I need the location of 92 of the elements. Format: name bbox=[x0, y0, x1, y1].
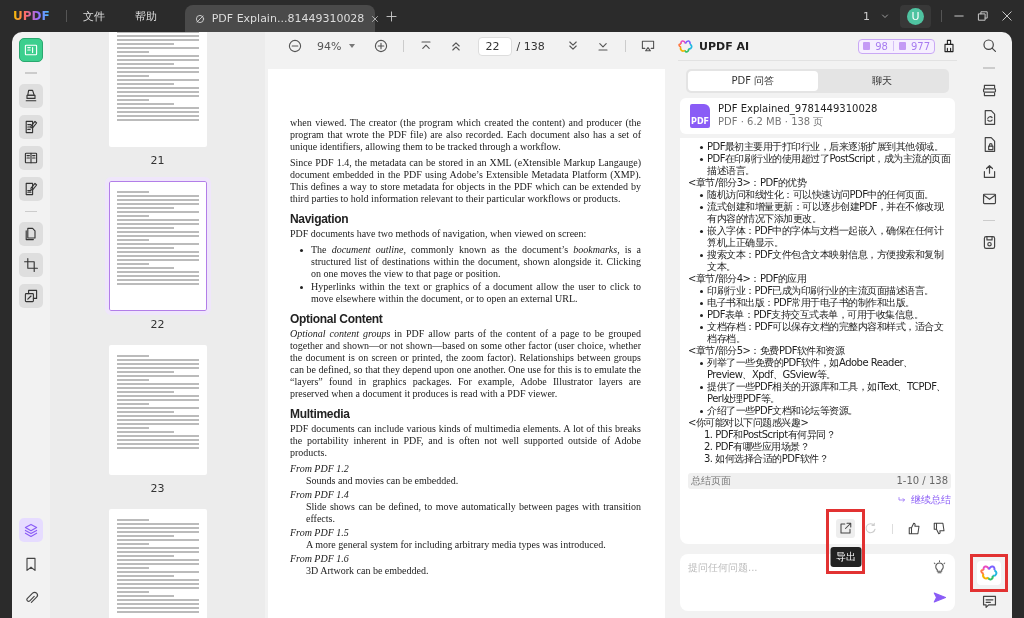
zoom-out-icon[interactable] bbox=[287, 38, 303, 54]
bullet-dot bbox=[700, 206, 703, 209]
page-range: 1-10 / 138 bbox=[896, 475, 948, 487]
bullet-item: Hyperlinks within the text or graphics of a document allow the user to click to move elsewhere within the document, or to open an external URL. bbox=[311, 281, 641, 305]
bullet-dot bbox=[300, 249, 303, 252]
workspace-switcher[interactable]: 1 bbox=[863, 9, 870, 23]
definition-text: 3D Artwork can be embedded. bbox=[306, 565, 430, 577]
tooltip: 导出 bbox=[830, 547, 861, 567]
bullet-dot bbox=[700, 410, 703, 413]
answer-line: 文档存档：PDF可以保存文档的完整内容和样式，适合文档存档。 bbox=[707, 321, 945, 345]
answer-line: 介绍了一些PDF文档和论坛等资源。 bbox=[707, 405, 858, 417]
answer-line: PDF最初主要用于打印行业，后来逐渐扩展到其他领域。 bbox=[707, 141, 944, 153]
search-icon[interactable] bbox=[980, 37, 998, 54]
answer-line: 电子书和出版：PDF常用于电子书的制作和出版。 bbox=[707, 297, 915, 309]
new-tab-icon[interactable] bbox=[384, 9, 398, 23]
answer-line: 印刷行业：PDF已成为印刷行业的主流页面描述语言。 bbox=[707, 285, 934, 297]
page-number-field[interactable]: 22 bbox=[478, 36, 513, 56]
bullet-dot bbox=[700, 386, 703, 389]
answer-heading: <章节/部分3>：PDF的优势 bbox=[688, 177, 807, 189]
section-heading: Optional Content bbox=[290, 313, 384, 325]
continue-summary-link[interactable]: 继续总结 bbox=[911, 494, 951, 506]
section-heading: Multimedia bbox=[290, 408, 351, 420]
bullet-dot bbox=[700, 230, 703, 233]
answer-line: 提供了一些PDF相关的开源库和工具，如iText、TCPDF、Perl处理PDF等。 bbox=[707, 381, 947, 405]
bullet-dot bbox=[700, 314, 703, 317]
dropdown-caret-icon[interactable] bbox=[349, 44, 356, 48]
paragraph: Optional content groups in PDF allow parts of the content of a page to be grouped together and shown—or not shown—based on some other factor (user choice, whether the document is on screen or printed, the zoom factor). Relationships between groups can be defined, so that they depend upon one another. One use for this is to emulate the “layers” found in graphics packages. For example, Adobe Illustrator layers are preserved when a document it produces is read with a PDF viewer. bbox=[290, 328, 641, 400]
page-number: 21 bbox=[150, 154, 165, 167]
document-tab[interactable]: PDF Explain...81449310028 bbox=[184, 5, 375, 32]
page-total: / 138 bbox=[516, 39, 545, 53]
suggested-question: 1. PDF和PostScript有何异同？ bbox=[704, 429, 836, 441]
bullet-dot bbox=[300, 286, 303, 289]
send-icon[interactable] bbox=[932, 590, 947, 605]
bullet-dot bbox=[700, 146, 703, 149]
menu-item[interactable]: 帮助 bbox=[134, 8, 157, 24]
definition-term: From PDF 1.5 bbox=[290, 527, 350, 539]
file-info: PDF · 6.2 MB · 138 页 bbox=[718, 115, 825, 129]
definition-text: Sounds and movies can be embedded. bbox=[306, 475, 460, 487]
bullet-dot bbox=[700, 194, 703, 197]
brush-icon[interactable] bbox=[941, 38, 957, 54]
answer-line: PDF在印刷行业的使用超过了PostScript，成为主流的页面描述语言。 bbox=[707, 153, 951, 177]
page-thumbnail[interactable] bbox=[108, 345, 207, 475]
answer-line: PDF表单：PDF支持交互式表单，可用于收集信息。 bbox=[707, 309, 924, 321]
panel-title: UPDF AI bbox=[699, 39, 750, 53]
definition-text: A more general system for including arbitrary media types was introduced. bbox=[306, 539, 607, 551]
comment-icon[interactable] bbox=[980, 593, 998, 610]
app-logo: UPDF bbox=[13, 9, 50, 23]
paragraph: PDF documents have two methods of navigation, when viewed on screen: bbox=[290, 228, 588, 240]
zoom-level[interactable]: 94% bbox=[317, 39, 342, 53]
definition-term: From PDF 1.4 bbox=[290, 489, 350, 501]
credits-badge: 98 977 bbox=[858, 38, 935, 54]
bullet-dot bbox=[700, 290, 703, 293]
bullet-dot bbox=[700, 158, 703, 161]
menu-item[interactable]: 文件 bbox=[82, 8, 105, 24]
file-name: PDF Explained_9781449310028 bbox=[718, 103, 878, 114]
answer-line: 随机访问和线性化：可以快速访问PDF中的任何页面。 bbox=[707, 189, 934, 201]
answer-line: 流式创建和增量更新：可以逐步创建PDF，并在不修改现有内容的情况下添加更改。 bbox=[707, 201, 945, 225]
restore-icon[interactable] bbox=[976, 9, 990, 23]
close-icon[interactable] bbox=[1000, 9, 1014, 23]
paragraph: when viewed. The creator (the program which created the content) and producer (the program that wrote the PDF file) are also recorded. Each document also has a set of unique identifiers, allowing them to be tracked through a workflow. bbox=[290, 117, 641, 153]
paragraph: PDF documents can include various kinds of multimedia elements. A lot of this breaks the portability inherent in PDF, and is often not well supported outside of Adobe products. bbox=[290, 423, 641, 459]
answer-line: 嵌入字体：PDF中的字体与文档一起嵌入，确保在任何计算机上正确显示。 bbox=[707, 225, 945, 249]
lightbulb-icon[interactable] bbox=[932, 560, 947, 575]
page-number: 23 bbox=[150, 482, 165, 495]
ai-logo-icon[interactable] bbox=[678, 38, 693, 54]
section-heading: Navigation bbox=[290, 213, 350, 225]
bullet-dot bbox=[700, 362, 703, 365]
bullet-item: The document outline, commonly known as the document’s bookmarks, is a structured list of destinations within the document, shown alongside it. Clicking on one moves the view to that page or position. bbox=[311, 244, 641, 280]
page-number: 22 bbox=[150, 318, 165, 331]
zoom-in-icon[interactable] bbox=[373, 38, 390, 54]
answer-heading: <你可能对以下问题感兴趣> bbox=[688, 417, 809, 429]
bullet-dot bbox=[700, 326, 703, 329]
definition-text: Slide shows can be defined, to move automatically between pages with transition effects. bbox=[306, 501, 641, 525]
panel-tab[interactable]: 聊天 bbox=[817, 71, 947, 91]
suggested-question: 2. PDF有哪些应用场景？ bbox=[704, 441, 810, 453]
page-thumbnail[interactable] bbox=[108, 32, 207, 147]
bullet-dot bbox=[700, 302, 703, 305]
page-thumbnail[interactable] bbox=[108, 509, 207, 618]
answer-line: 搜索文本：PDF文件包含文本映射信息，方便搜索和复制文本。 bbox=[707, 249, 945, 273]
definition-term: From PDF 1.6 bbox=[290, 553, 350, 565]
panel-tab[interactable]: PDF 问答 bbox=[688, 71, 818, 91]
bullet-dot bbox=[700, 254, 703, 257]
answer-line: 列举了一些免费的PDF软件，如Adobe Reader、Preview、Xpdf、GSview等。 bbox=[707, 357, 914, 381]
answer-heading: <章节/部分5>：免费PDF软件和资源 bbox=[688, 345, 845, 357]
paragraph: Since PDF 1.4, the metadata can be stored in an XML (eXtensible Markup Langauge) document embedded in the PDF using Adobe’s Extensible Metadata Platform (XMP). This defines a way to store metadata for objects in the PDF which can be extended by third parties to hold information relevant to their particular workflows or products. bbox=[290, 157, 641, 205]
suggested-question: 3. 如何选择合适的PDF软件？ bbox=[704, 453, 829, 465]
definition-term: From PDF 1.2 bbox=[290, 463, 350, 475]
summary-label: 总结页面 bbox=[691, 475, 731, 487]
answer-heading: <章节/部分4>：PDF的应用 bbox=[688, 273, 807, 285]
presentation-icon[interactable] bbox=[639, 38, 656, 54]
close-icon[interactable] bbox=[370, 13, 381, 24]
pdf-file-icon: PDF bbox=[690, 104, 710, 128]
